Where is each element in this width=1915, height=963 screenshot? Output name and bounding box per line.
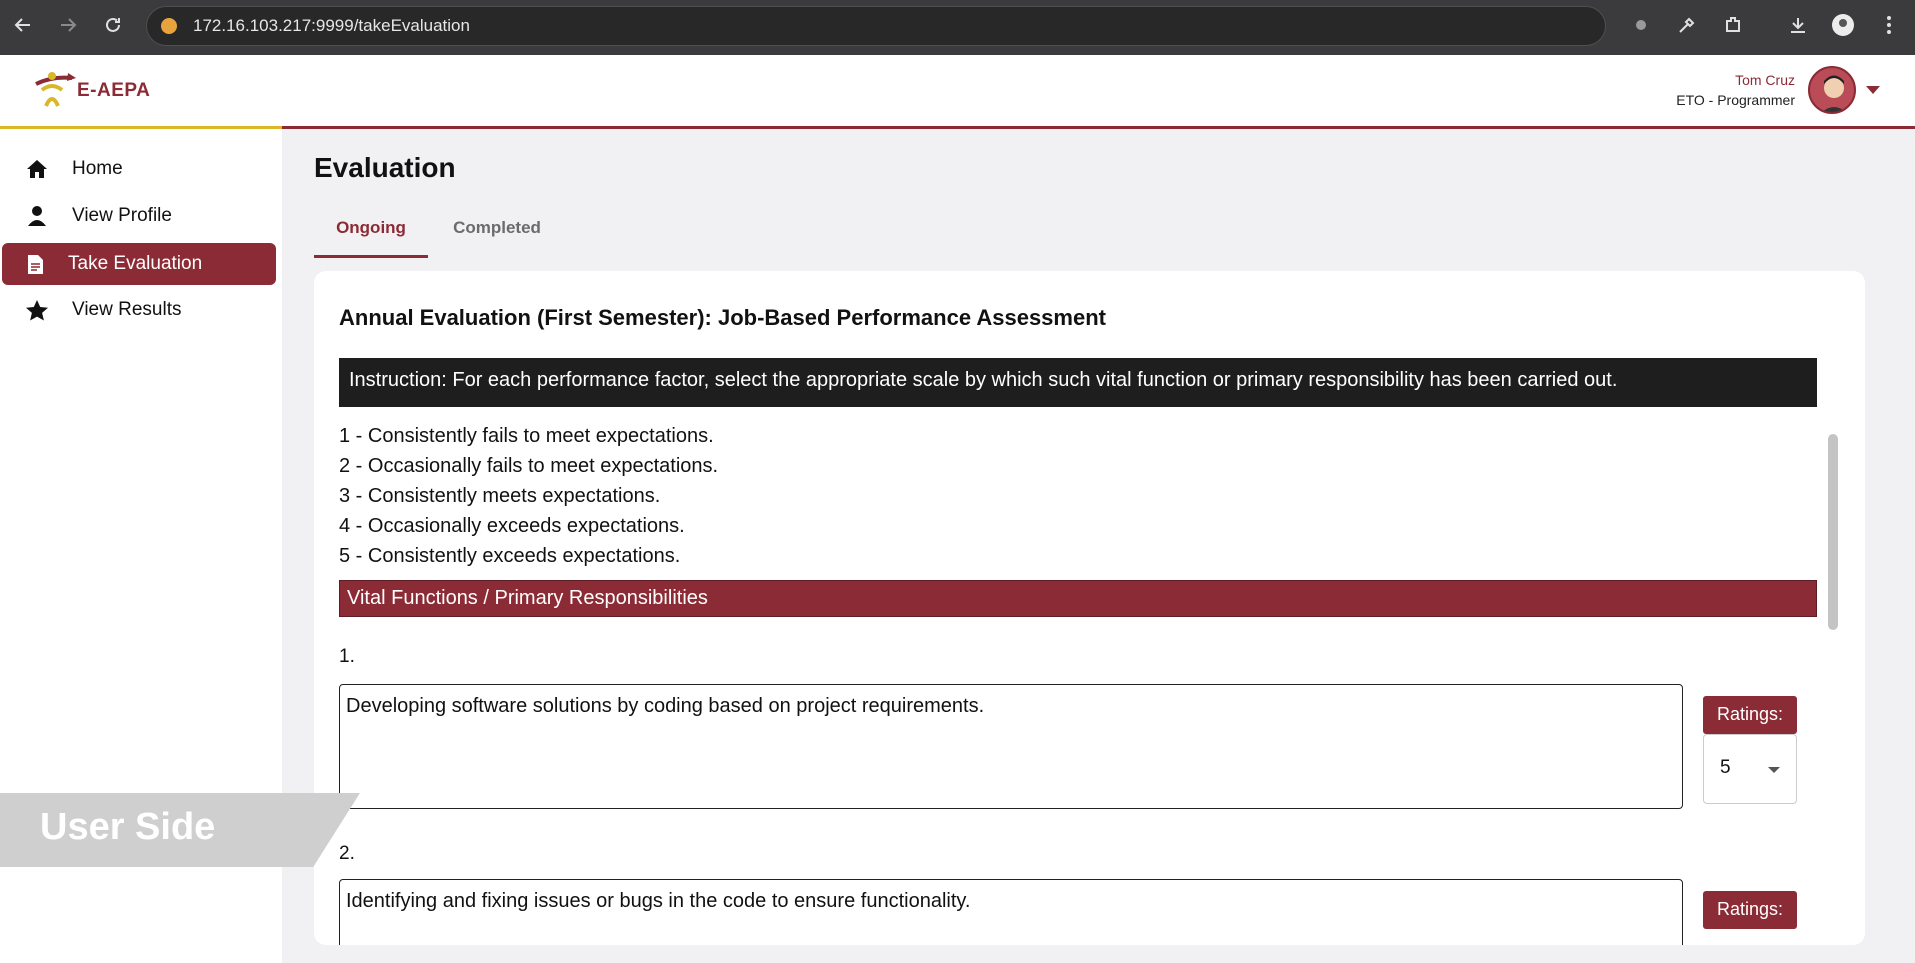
- ratings-label: Ratings:: [1703, 696, 1797, 734]
- scale-item: 5 - Consistently exceeds expectations.: [339, 545, 681, 567]
- user-icon: [2, 206, 72, 226]
- scale-item: 2 - Occasionally fails to meet expectati…: [339, 455, 719, 477]
- user-name: Tom Cruz: [1735, 72, 1795, 88]
- logo-emblem-icon: [35, 72, 76, 107]
- user-role: ETO - Programmer: [1676, 92, 1795, 108]
- extensions-icon[interactable]: [1720, 12, 1746, 38]
- responsibility-text-2: Identifying and fixing issues or bugs in…: [339, 879, 1683, 945]
- tab-ongoing[interactable]: Ongoing: [314, 214, 428, 258]
- sidebar-item-label: View Results: [72, 299, 182, 320]
- site-info-icon[interactable]: [161, 18, 177, 34]
- browser-toolbar: 172.16.103.217:9999/takeEvaluation: [0, 0, 1915, 55]
- sidebar-item-label: Home: [72, 158, 123, 179]
- user-menu-caret-icon[interactable]: [1866, 86, 1880, 94]
- rating-value: 5: [1720, 757, 1731, 778]
- instruction-banner: Instruction: For each performance factor…: [339, 358, 1817, 407]
- scale-item: 3 - Consistently meets expectations.: [339, 485, 661, 507]
- url-text: 172.16.103.217:9999/takeEvaluation: [193, 16, 470, 35]
- reload-icon[interactable]: [100, 12, 126, 38]
- document-icon: [2, 254, 68, 274]
- sidebar-item-label: View Profile: [72, 205, 172, 226]
- home-icon: [2, 159, 72, 179]
- download-icon[interactable]: [1785, 12, 1811, 38]
- item-number: 2.: [339, 843, 355, 864]
- back-icon[interactable]: [10, 12, 36, 38]
- section-header: Vital Functions / Primary Responsibiliti…: [339, 580, 1817, 617]
- profile-icon[interactable]: [1830, 12, 1856, 38]
- sidebar-item-view-results[interactable]: View Results: [2, 289, 276, 331]
- extension-dot-icon[interactable]: [1628, 12, 1654, 38]
- forward-icon[interactable]: [55, 12, 81, 38]
- address-bar[interactable]: 172.16.103.217:9999/takeEvaluation: [146, 6, 1606, 46]
- scrollbar-thumb[interactable]: [1828, 434, 1838, 630]
- watermark-text: User Side: [40, 806, 216, 848]
- eyedropper-icon[interactable]: [1674, 12, 1700, 38]
- app-header: [0, 55, 1915, 129]
- chevron-down-icon: [1768, 767, 1780, 773]
- ratings-label: Ratings:: [1703, 891, 1797, 929]
- evaluation-title: Annual Evaluation (First Semester): Job-…: [339, 305, 1106, 330]
- sidebar-item-home[interactable]: Home: [2, 148, 276, 190]
- menu-kebab-icon[interactable]: [1876, 12, 1902, 38]
- rating-select-1[interactable]: 5: [1703, 734, 1797, 804]
- responsibility-text-1: Developing software solutions by coding …: [339, 684, 1683, 809]
- item-number: 1.: [339, 646, 355, 667]
- page-title: Evaluation: [314, 152, 456, 183]
- star-icon: [2, 299, 72, 321]
- logo-text: E-AEPA: [77, 80, 151, 101]
- rating-scale-legend: 1 - Consistently fails to meet expectati…: [339, 421, 718, 571]
- sidebar-item-take-evaluation[interactable]: Take Evaluation: [2, 243, 276, 285]
- scale-item: 1 - Consistently fails to meet expectati…: [339, 425, 714, 447]
- sidebar-item-view-profile[interactable]: View Profile: [2, 195, 276, 237]
- tab-completed[interactable]: Completed: [432, 214, 562, 258]
- header-divider: [282, 126, 1915, 129]
- scale-item: 4 - Occasionally exceeds expectations.: [339, 515, 685, 537]
- avatar[interactable]: [1808, 66, 1856, 114]
- sidebar-item-label: Take Evaluation: [68, 253, 203, 274]
- evaluation-card: Annual Evaluation (First Semester): Job-…: [314, 271, 1865, 945]
